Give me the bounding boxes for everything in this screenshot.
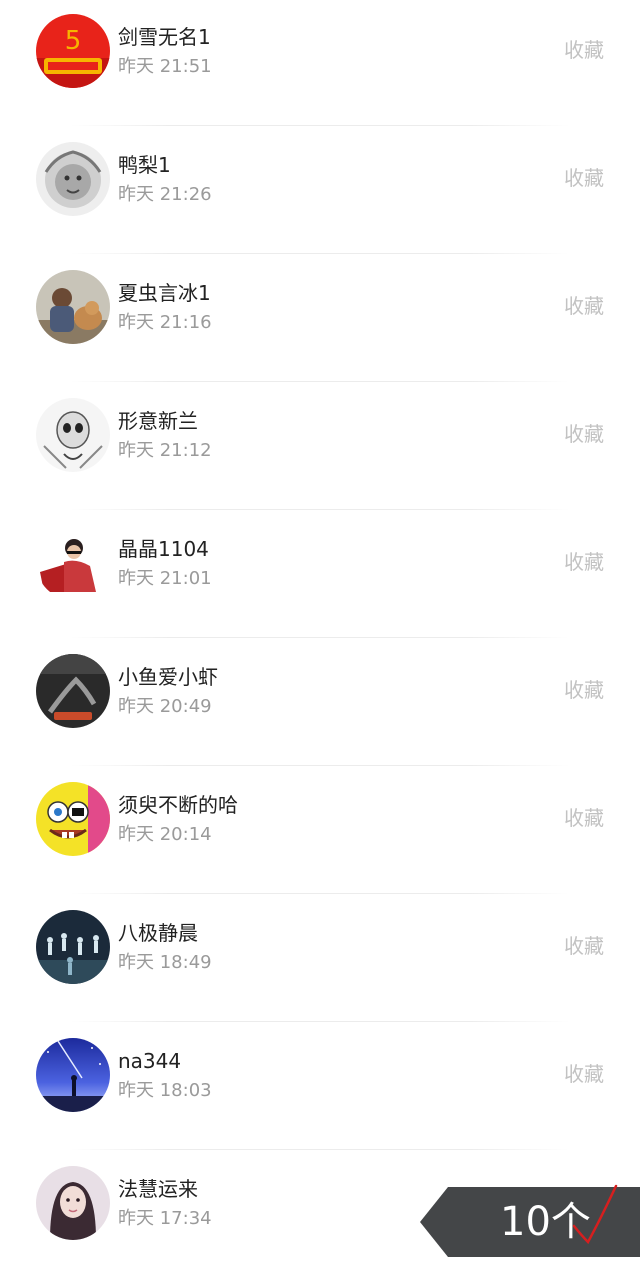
row-divider xyxy=(70,765,570,766)
starry-sky-avatar[interactable] xyxy=(36,1038,110,1112)
contact-name: 法慧运来 xyxy=(118,1177,198,1201)
row-divider xyxy=(70,637,570,638)
skull-sketch-avatar[interactable] xyxy=(36,398,110,472)
timestamp: 昨天 17:34 xyxy=(118,1208,212,1229)
contact-name: na344 xyxy=(118,1049,182,1073)
contact-name: 剑雪无名1 xyxy=(118,25,211,49)
list-item[interactable]: 小鱼爱小虾 昨天 20:49 收藏 xyxy=(0,640,640,768)
favorite-button[interactable]: 收藏 xyxy=(564,37,604,63)
favorite-button[interactable]: 收藏 xyxy=(564,165,604,191)
row-divider xyxy=(70,381,570,382)
favorite-button[interactable]: 收藏 xyxy=(564,293,604,319)
favorite-button[interactable]: 收藏 xyxy=(564,677,604,703)
row-divider xyxy=(70,1021,570,1022)
starry-sky-avatar-icon xyxy=(36,1038,110,1112)
dark-photo-avatar-icon xyxy=(36,654,110,728)
timestamp: 昨天 20:49 xyxy=(118,696,212,717)
list-item[interactable]: 夏虫言冰1 昨天 21:16 收藏 xyxy=(0,256,640,384)
contact-name: 形意新兰 xyxy=(118,409,198,433)
timestamp: 昨天 18:03 xyxy=(118,1080,212,1101)
lion-sketch-avatar-icon xyxy=(36,142,110,216)
timestamp: 昨天 21:16 xyxy=(118,312,212,333)
contact-name: 鸭梨1 xyxy=(118,153,171,177)
row-divider xyxy=(70,509,570,510)
favorite-button[interactable]: 收藏 xyxy=(564,805,604,831)
list-item[interactable]: 晶晶1104 昨天 21:01 收藏 xyxy=(0,512,640,640)
child-with-dog-avatar[interactable] xyxy=(36,270,110,344)
dark-photo-avatar[interactable] xyxy=(36,654,110,728)
timestamp: 昨天 20:14 xyxy=(118,824,212,845)
girl-portrait-avatar[interactable] xyxy=(36,1166,110,1240)
timestamp: 昨天 21:26 xyxy=(118,184,212,205)
contact-name: 须臾不断的哈 xyxy=(118,793,238,817)
svg-text:5: 5 xyxy=(65,26,82,56)
favorite-button[interactable]: 收藏 xyxy=(564,1061,604,1087)
contact-name: 八极静晨 xyxy=(118,921,198,945)
contact-name: 小鱼爱小虾 xyxy=(118,665,218,689)
list-item[interactable]: 5 剑雪无名1 昨天 21:51 收藏 xyxy=(0,0,640,128)
favorite-button[interactable]: 收藏 xyxy=(564,421,604,447)
festival-logo-avatar-icon: 5 xyxy=(36,14,110,88)
timestamp: 昨天 21:51 xyxy=(118,56,212,77)
girl-portrait-avatar-icon xyxy=(36,1166,110,1240)
list-item[interactable]: 八极静晨 昨天 18:49 收藏 xyxy=(0,896,640,1024)
row-divider xyxy=(70,125,570,126)
cartoon-sponge-avatar[interactable] xyxy=(36,782,110,856)
list-item[interactable]: 形意新兰 昨天 21:12 收藏 xyxy=(0,384,640,512)
contact-name: 晶晶1104 xyxy=(118,537,209,561)
favorite-button[interactable]: 收藏 xyxy=(564,549,604,575)
list-item[interactable]: 须臾不断的哈 昨天 20:14 收藏 xyxy=(0,768,640,896)
row-divider xyxy=(70,1149,570,1150)
dancers-photo-avatar[interactable] xyxy=(36,910,110,984)
child-with-dog-avatar-icon xyxy=(36,270,110,344)
skull-sketch-avatar-icon xyxy=(36,398,110,472)
favorite-button[interactable]: 收藏 xyxy=(564,933,604,959)
cartoon-sponge-avatar-icon xyxy=(36,782,110,856)
timestamp: 昨天 18:49 xyxy=(118,952,212,973)
check-mark-icon xyxy=(572,1184,618,1245)
woman-with-fan-avatar-icon xyxy=(36,526,110,600)
list-item[interactable]: 鸭梨1 昨天 21:26 收藏 xyxy=(0,128,640,256)
woman-with-fan-avatar[interactable] xyxy=(36,526,110,600)
row-divider xyxy=(70,893,570,894)
contact-name: 夏虫言冰1 xyxy=(118,281,211,305)
row-divider xyxy=(70,253,570,254)
festival-logo-avatar[interactable]: 5 xyxy=(36,14,110,88)
timestamp: 昨天 21:12 xyxy=(118,440,212,461)
dancers-photo-avatar-icon xyxy=(36,910,110,984)
list-item[interactable]: na344 昨天 18:03 收藏 xyxy=(0,1024,640,1152)
lion-sketch-avatar[interactable] xyxy=(36,142,110,216)
timestamp: 昨天 21:01 xyxy=(118,568,212,589)
